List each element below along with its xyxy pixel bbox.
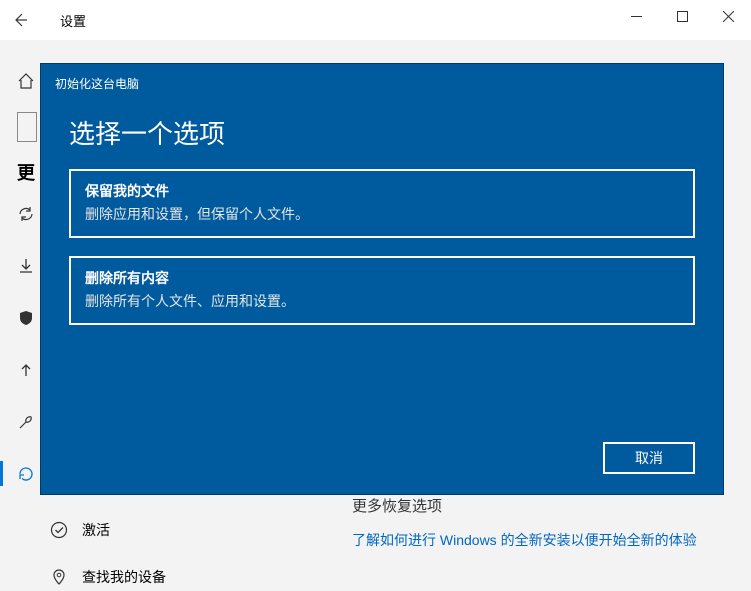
- title-controls: [613, 0, 751, 32]
- home-icon: [17, 72, 35, 90]
- recovery-icon: [17, 465, 35, 483]
- sidebar-icon-sync[interactable]: [17, 205, 35, 228]
- minimize-button[interactable]: [613, 0, 659, 32]
- section-heading: 更多恢复选项: [352, 495, 442, 516]
- minimize-icon: [631, 11, 642, 22]
- sidebar-item-label: 查找我的设备: [82, 567, 166, 587]
- option-title: 保留我的文件: [85, 181, 679, 201]
- titlebar: 设置: [0, 0, 751, 40]
- download-icon: [17, 257, 35, 275]
- sync-icon: [17, 205, 35, 223]
- sidebar-item-label: 激活: [82, 520, 110, 540]
- location-icon: [50, 568, 68, 586]
- sidebar-icon-troubleshoot[interactable]: [17, 413, 35, 436]
- fresh-install-link[interactable]: 了解如何进行 Windows 的全新安装以便开始全新的体验: [352, 530, 697, 550]
- close-icon: [723, 11, 734, 22]
- option-title: 删除所有内容: [85, 268, 679, 288]
- option-desc: 删除应用和设置，但保留个人文件。: [85, 204, 679, 224]
- sidebar-item-activation[interactable]: 激活: [50, 520, 110, 540]
- dialog-heading: 选择一个选项: [41, 92, 723, 169]
- sidebar-section-header: 更: [17, 159, 35, 185]
- maximize-icon: [677, 11, 688, 22]
- back-arrow-icon: [12, 12, 28, 28]
- close-button[interactable]: [705, 0, 751, 32]
- arrow-up-icon: [17, 361, 35, 379]
- sidebar-item-find-device[interactable]: 查找我的设备: [50, 567, 166, 587]
- sidebar-icon-security[interactable]: [17, 309, 35, 332]
- cancel-button-label: 取消: [635, 448, 663, 468]
- sidebar-icon-recovery[interactable]: [0, 451, 40, 496]
- shield-icon: [17, 309, 35, 327]
- reset-pc-dialog: 初始化这台电脑 选择一个选项 保留我的文件 删除应用和设置，但保留个人文件。 删…: [40, 63, 724, 495]
- cancel-button[interactable]: 取消: [603, 442, 695, 474]
- option-keep-files[interactable]: 保留我的文件 删除应用和设置，但保留个人文件。: [69, 169, 695, 238]
- option-desc: 删除所有个人文件、应用和设置。: [85, 291, 679, 311]
- dialog-small-title: 初始化这台电脑: [41, 64, 723, 92]
- maximize-button[interactable]: [659, 0, 705, 32]
- checkmark-icon: [50, 521, 68, 539]
- back-button[interactable]: [0, 0, 40, 40]
- sidebar-icon-delivery[interactable]: [17, 257, 35, 280]
- window-title: 设置: [60, 11, 86, 30]
- search-box[interactable]: [17, 112, 37, 142]
- home-icon-row[interactable]: [17, 72, 35, 95]
- wrench-icon: [17, 413, 35, 431]
- option-remove-everything[interactable]: 删除所有内容 删除所有个人文件、应用和设置。: [69, 256, 695, 325]
- sidebar-icon-backup[interactable]: [17, 361, 35, 384]
